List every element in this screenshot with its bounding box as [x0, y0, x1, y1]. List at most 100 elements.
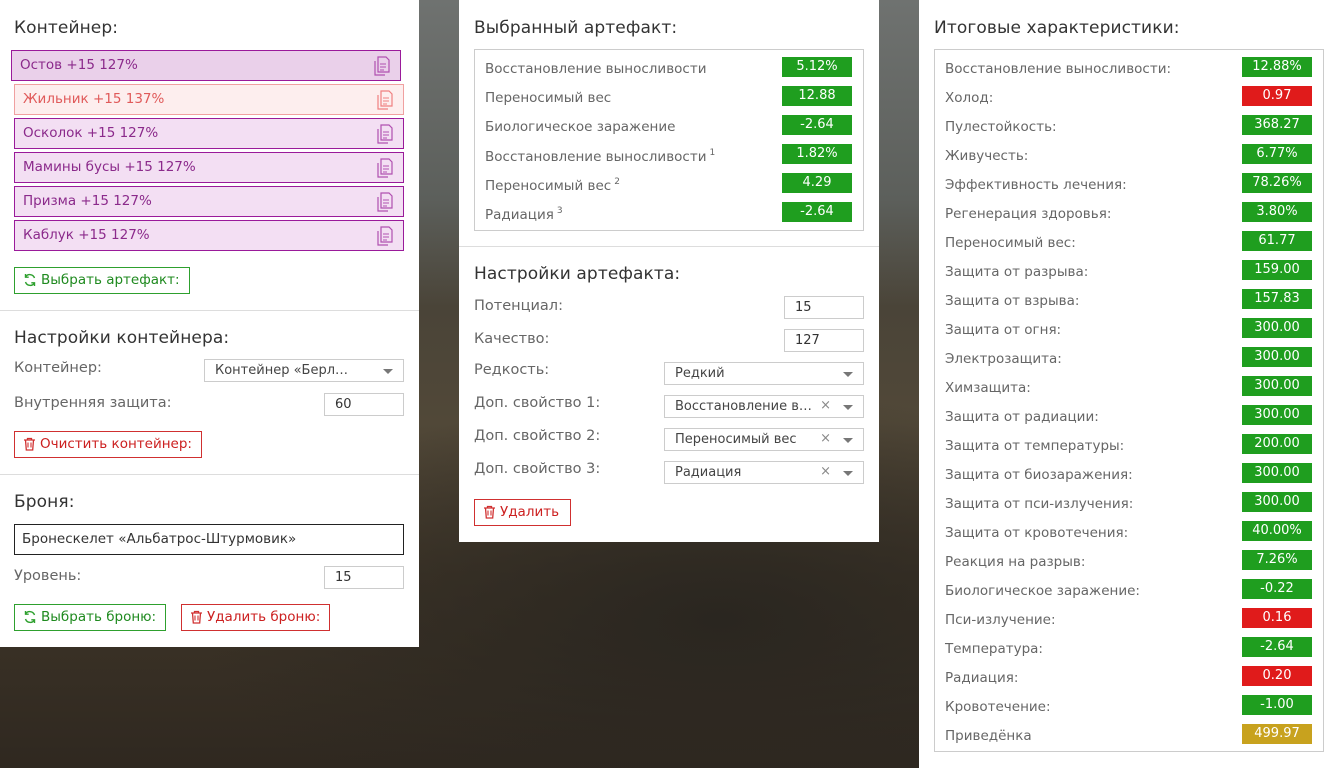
select-artifact-label: Выбрать артефакт: — [41, 272, 180, 288]
totals-stats-box: Восстановление выносливости: 12.88% Холод:… — [934, 49, 1324, 752]
level-label: Уровень: — [14, 568, 82, 584]
stat-row: Защита от разрыва: 159.00 — [935, 258, 1323, 287]
clear-icon[interactable]: × — [820, 398, 831, 413]
trash-icon — [191, 610, 202, 624]
container-select[interactable]: Контейнер «Берлога… — [204, 359, 404, 382]
stat-name-text: Химзащита: — [945, 380, 1031, 396]
stat-value-badge: 7.26% — [1242, 550, 1312, 570]
delete-armor-label: Удалить броню: — [207, 609, 321, 625]
container-slot[interactable]: Каблук +15 127% — [14, 220, 404, 251]
stat-value-badge: 159.00 — [1242, 260, 1312, 280]
container-slot[interactable]: Призма +15 127% — [14, 186, 404, 217]
slot-label: Остов +15 127% — [20, 57, 138, 73]
prop2-value: Переносимый вес — [675, 432, 797, 447]
rarity-label: Редкость: — [474, 362, 550, 378]
stat-value-badge: 4.29 — [782, 173, 852, 193]
container-slot[interactable]: Жильник +15 137% — [14, 84, 404, 115]
refresh-icon — [24, 273, 36, 287]
clear-container-button[interactable]: Очистить контейнер: — [14, 431, 202, 458]
slot-label: Призма +15 127% — [23, 193, 152, 209]
inner-protection-input[interactable]: 60 — [324, 393, 404, 416]
armor-field[interactable]: Бронескелет «Альбатрос-Штурмовик» — [14, 524, 404, 555]
stat-row: Переносимый вес 2 4.29 — [475, 171, 863, 200]
prop2-select[interactable]: Переносимый вес × — [664, 428, 864, 451]
clear-icon[interactable]: × — [820, 431, 831, 446]
select-armor-label: Выбрать броню: — [41, 609, 157, 625]
prop1-select[interactable]: Восстановление в… × — [664, 395, 864, 418]
stat-value-badge: 499.97 — [1242, 724, 1312, 744]
prop3-label: Доп. свойство 3: — [474, 461, 601, 477]
stat-value-badge: 157.83 — [1242, 289, 1312, 309]
stat-name-text: Эффективность лечения: — [945, 177, 1127, 193]
artifact-panel: Выбранный артефакт: Восстановление вынос… — [459, 0, 879, 542]
copy-document-icon[interactable] — [377, 192, 393, 212]
stat-name-text: Пси-излучение: — [945, 612, 1056, 628]
divider — [0, 310, 419, 311]
container-select-value: Контейнер «Берлога… — [215, 363, 353, 378]
prop3-select[interactable]: Радиация × — [664, 461, 864, 484]
copy-document-icon[interactable] — [377, 226, 393, 246]
stat-row: Защита от взрыва: 157.83 — [935, 287, 1323, 316]
stat-row: Защита от кровотечения: 40.00% — [935, 519, 1323, 548]
stat-value-badge: 300.00 — [1242, 405, 1312, 425]
clear-container-label: Очистить контейнер: — [40, 436, 192, 452]
select-armor-button[interactable]: Выбрать броню: — [14, 604, 167, 631]
slot-label: Осколок +15 127% — [23, 125, 159, 141]
stat-name: Биологическое заражение — [485, 119, 675, 135]
stat-name-text: Реакция на разрыв: — [945, 554, 1086, 570]
stat-value-badge: -2.64 — [1242, 637, 1312, 657]
inner-protection-label: Внутренняя защита: — [14, 395, 172, 411]
divider — [459, 246, 879, 247]
container-slot[interactable]: Остов +15 127% — [11, 50, 401, 81]
stat-name-text: Радиация — [485, 207, 554, 223]
stat-name-text: Биологическое заражение — [485, 119, 676, 135]
prop1-value: Восстановление в… — [675, 399, 812, 414]
stat-name-text: Защита от радиации: — [945, 409, 1099, 425]
artifact-settings-title: Настройки артефакта: — [474, 264, 681, 284]
stat-name-text: Переносимый вес — [485, 90, 612, 106]
stat-name-text: Защита от взрыва: — [945, 293, 1080, 309]
rarity-select[interactable]: Редкий — [664, 362, 864, 385]
stat-value-badge: 200.00 — [1242, 434, 1312, 454]
trash-icon — [484, 505, 495, 519]
quality-input[interactable]: 127 — [784, 329, 864, 352]
stat-row: Холод: 0.97 — [935, 84, 1323, 113]
stat-value-badge: 1.82% — [782, 144, 852, 164]
copy-document-icon[interactable] — [377, 90, 393, 110]
stat-row: Защита от температуры: 200.00 — [935, 432, 1323, 461]
stat-value-badge: 6.77% — [1242, 144, 1312, 164]
container-panel: Контейнер: Остов +15 127% Жильник +15 13… — [0, 0, 419, 647]
stat-name: Радиация 3 — [485, 206, 563, 223]
stat-value-badge: -2.64 — [782, 115, 852, 135]
stat-name: Защита от радиации: — [945, 409, 1099, 425]
clear-icon[interactable]: × — [820, 464, 831, 479]
totals-panel: Итоговые характеристики: Восстановление … — [919, 0, 1329, 768]
level-input[interactable]: 15 — [324, 566, 404, 589]
stat-name: Химзащита: — [945, 380, 1031, 396]
stat-row: Защита от пси-излучения: 300.00 — [935, 490, 1323, 519]
stat-value-badge: 0.20 — [1242, 666, 1312, 686]
stat-name: Радиация: — [945, 670, 1018, 686]
stat-name: Переносимый вес 2 — [485, 177, 620, 194]
stat-name: Восстановление выносливости: — [945, 61, 1171, 77]
copy-document-icon[interactable] — [377, 158, 393, 178]
stat-name-text: Защита от температуры: — [945, 438, 1125, 454]
potential-input[interactable]: 15 — [784, 296, 864, 319]
copy-document-icon[interactable] — [377, 124, 393, 144]
stat-name: Переносимый вес: — [945, 235, 1076, 251]
container-slot[interactable]: Осколок +15 127% — [14, 118, 404, 149]
delete-artifact-button[interactable]: Удалить — [474, 499, 572, 526]
stat-name: Температура: — [945, 641, 1043, 657]
select-artifact-button[interactable]: Выбрать артефакт: — [14, 267, 190, 294]
stat-name: Электрозащита: — [945, 351, 1062, 367]
stat-value-badge: 0.16 — [1242, 608, 1312, 628]
container-slot[interactable]: Мамины бусы +15 127% — [14, 152, 404, 183]
stat-row: Радиация: 0.20 — [935, 664, 1323, 693]
stat-value-badge: 368.27 — [1242, 115, 1312, 135]
delete-armor-button[interactable]: Удалить броню: — [181, 604, 331, 631]
stat-value-badge: 3.80% — [1242, 202, 1312, 222]
copy-document-icon[interactable] — [374, 56, 390, 76]
stat-row: Восстановление выносливости 5.12% — [475, 55, 863, 84]
stat-name: Пси-излучение: — [945, 612, 1056, 628]
container-settings-title: Настройки контейнера: — [14, 328, 230, 348]
